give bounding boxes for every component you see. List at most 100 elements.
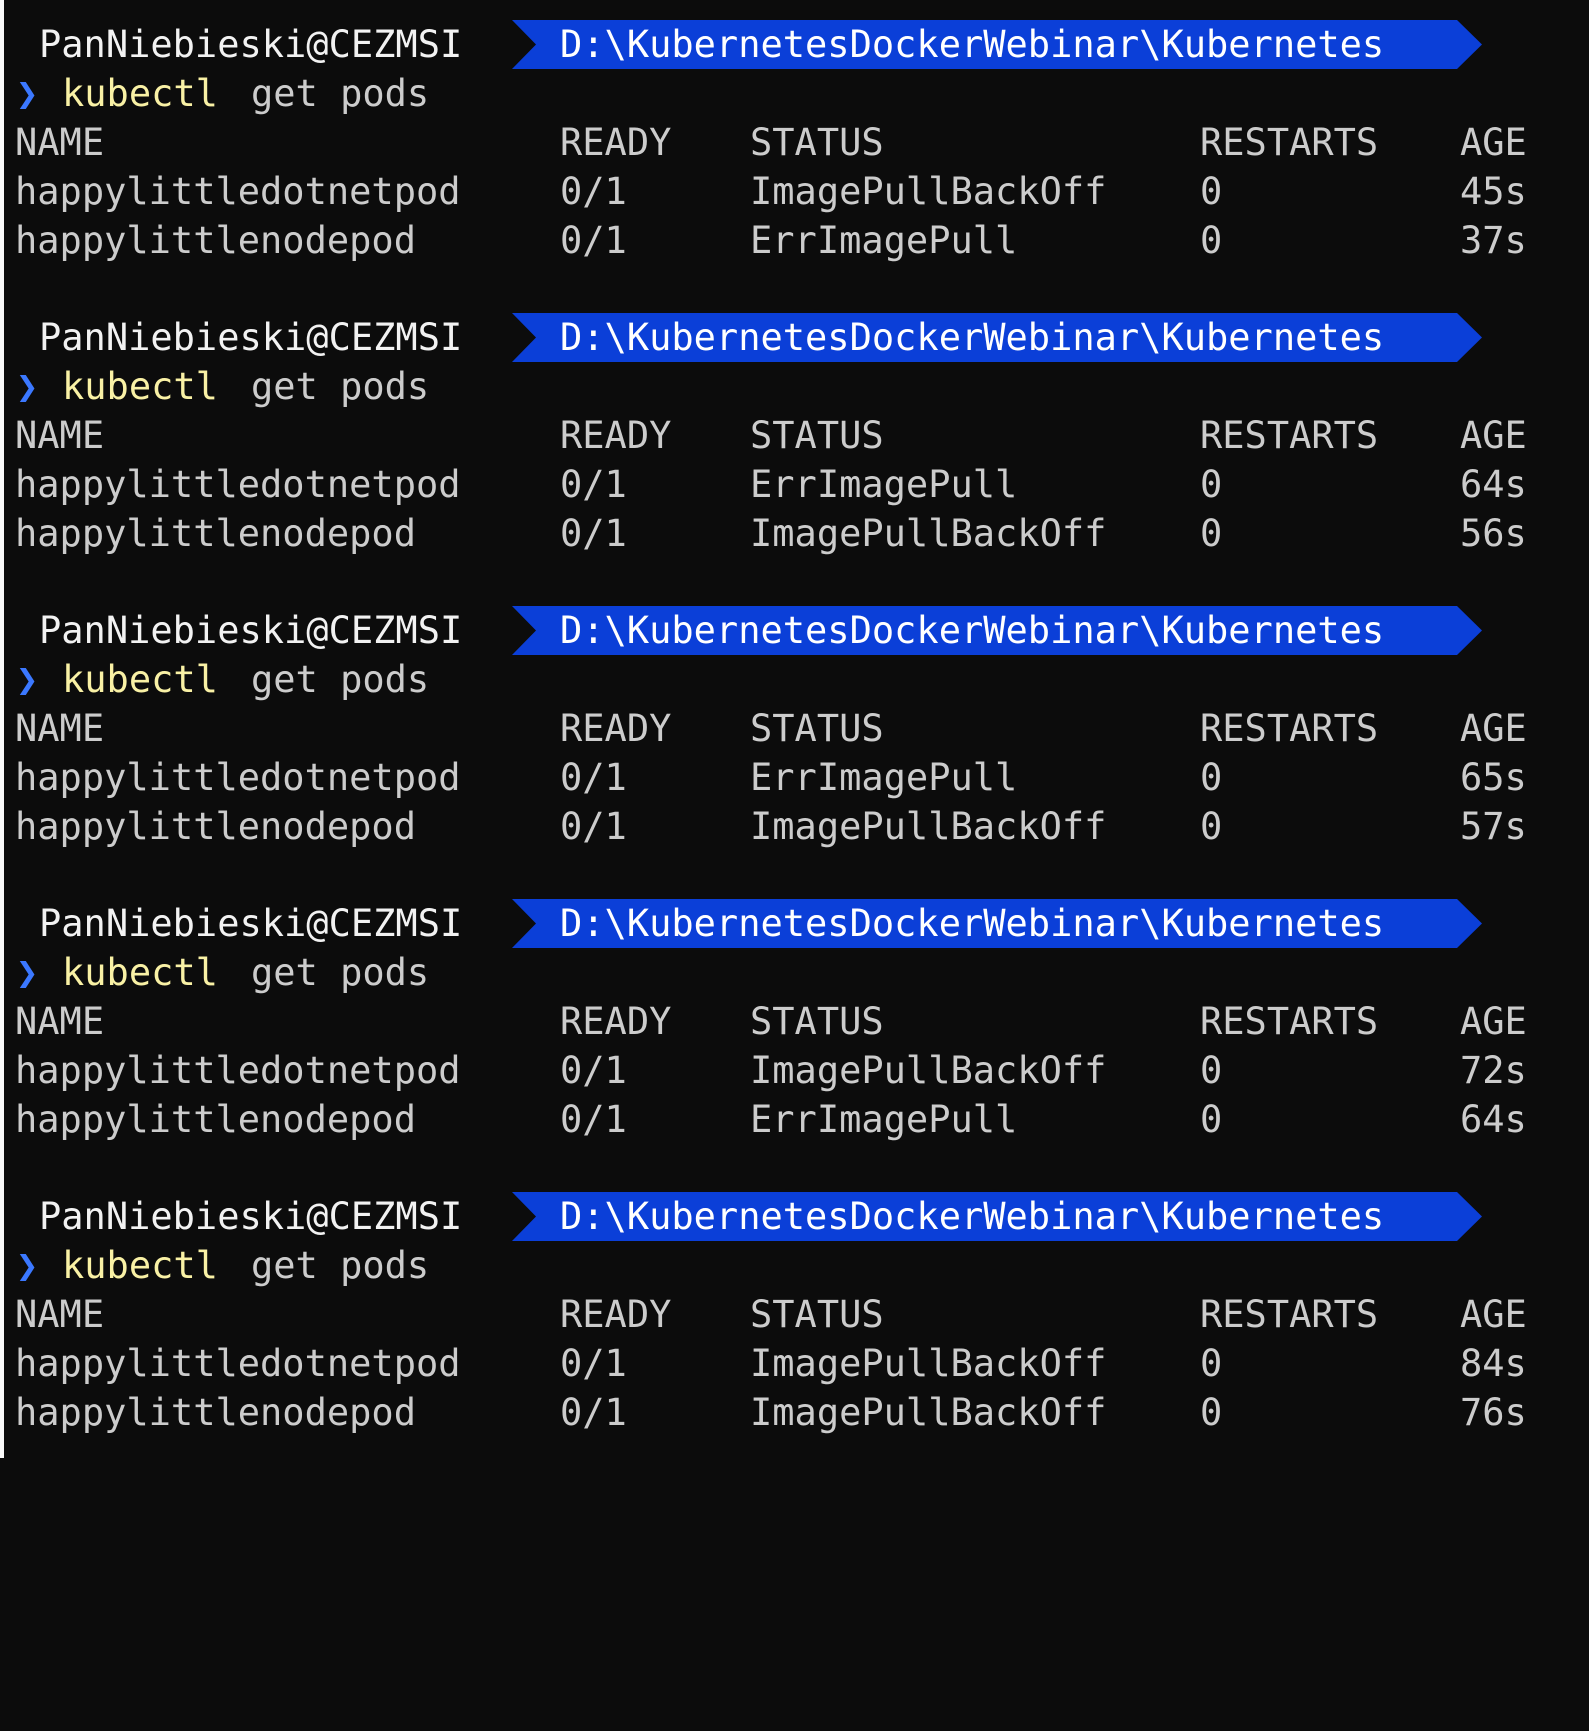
table-row: happylittlenodepod 0/1 ErrImagePull 0 37… (0, 216, 1589, 265)
cell-age: 64s (1460, 463, 1527, 506)
header-restarts: RESTARTS (1200, 1000, 1379, 1043)
prompt-user-host: PanNiebieski@CEZMSI (39, 1195, 463, 1238)
prompt-path: D:\KubernetesDockerWebinar\Kubernetes (560, 23, 1385, 66)
table-header: NAME READY STATUS RESTARTS AGE (0, 118, 1589, 167)
header-status: STATUS (750, 707, 884, 750)
prompt-user-host: PanNiebieski@CEZMSI (39, 316, 463, 359)
cell-restarts: 0 (1200, 463, 1223, 506)
header-name: NAME (15, 1293, 105, 1336)
table-row: happylittlenodepod 0/1 ErrImagePull 0 64… (0, 1095, 1589, 1144)
cell-ready: 0/1 (560, 756, 627, 799)
cell-name: happylittledotnetpod (15, 1342, 461, 1385)
command-name: kubectl (62, 658, 218, 701)
cell-ready: 0/1 (560, 1391, 627, 1434)
cell-ready: 0/1 (560, 219, 627, 262)
chevron-right-icon: ❯ (16, 1244, 39, 1287)
header-age: AGE (1460, 121, 1527, 164)
header-restarts: RESTARTS (1200, 707, 1379, 750)
cell-ready: 0/1 (560, 805, 627, 848)
cell-age: 84s (1460, 1342, 1527, 1385)
header-ready: READY (560, 707, 672, 750)
header-ready: READY (560, 414, 672, 457)
table-row: happylittledotnetpod 0/1 ErrImagePull 0 … (0, 460, 1589, 509)
cell-ready: 0/1 (560, 170, 627, 213)
cell-age: 65s (1460, 756, 1527, 799)
command-args: get pods (251, 365, 430, 408)
prompt-line: PanNiebieski@CEZMSI D:\KubernetesDockerW… (0, 899, 1589, 948)
cell-age: 72s (1460, 1049, 1527, 1092)
command-args: get pods (251, 1244, 430, 1287)
terminal-output[interactable]: PanNiebieski@CEZMSI D:\KubernetesDockerW… (0, 0, 1589, 1458)
table-row: happylittlenodepod 0/1 ImagePullBackOff … (0, 802, 1589, 851)
cell-ready: 0/1 (560, 1342, 627, 1385)
chevron-right-icon: ❯ (16, 951, 39, 994)
command-name: kubectl (62, 365, 218, 408)
cell-name: happylittledotnetpod (15, 756, 461, 799)
cell-age: 56s (1460, 512, 1527, 555)
header-status: STATUS (750, 1293, 884, 1336)
header-name: NAME (15, 707, 105, 750)
cell-restarts: 0 (1200, 1098, 1223, 1141)
cell-age: 45s (1460, 170, 1527, 213)
cell-ready: 0/1 (560, 1098, 627, 1141)
table-row: happylittledotnetpod 0/1 ImagePullBackOf… (0, 167, 1589, 216)
header-age: AGE (1460, 1000, 1527, 1043)
header-ready: READY (560, 1293, 672, 1336)
header-ready: READY (560, 1000, 672, 1043)
cell-restarts: 0 (1200, 1391, 1223, 1434)
cell-name: happylittlenodepod (15, 805, 416, 848)
header-ready: READY (560, 121, 672, 164)
prompt-line: PanNiebieski@CEZMSI D:\KubernetesDockerW… (0, 606, 1589, 655)
cell-restarts: 0 (1200, 1342, 1223, 1385)
command-args: get pods (251, 72, 430, 115)
cell-status: ErrImagePull (750, 463, 1018, 506)
prompt-path: D:\KubernetesDockerWebinar\Kubernetes (560, 316, 1385, 359)
prompt-path: D:\KubernetesDockerWebinar\Kubernetes (560, 609, 1385, 652)
cell-status: ErrImagePull (750, 756, 1018, 799)
cell-restarts: 0 (1200, 170, 1223, 213)
cell-name: happylittlenodepod (15, 512, 416, 555)
prompt-path: D:\KubernetesDockerWebinar\Kubernetes (560, 1195, 1385, 1238)
table-header: NAME READY STATUS RESTARTS AGE (0, 704, 1589, 753)
command-args: get pods (251, 951, 430, 994)
cell-status: ImagePullBackOff (750, 1049, 1107, 1092)
header-name: NAME (15, 121, 105, 164)
header-age: AGE (1460, 414, 1527, 457)
cell-age: 57s (1460, 805, 1527, 848)
cell-status: ImagePullBackOff (750, 512, 1107, 555)
prompt-line: PanNiebieski@CEZMSI D:\KubernetesDockerW… (0, 313, 1589, 362)
chevron-right-icon: ❯ (16, 365, 39, 408)
table-header: NAME READY STATUS RESTARTS AGE (0, 411, 1589, 460)
prompt-user-host: PanNiebieski@CEZMSI (39, 23, 463, 66)
cell-restarts: 0 (1200, 1049, 1223, 1092)
chevron-right-icon: ❯ (16, 658, 39, 701)
command-line: ❯ kubectl get pods (0, 69, 1589, 118)
command-block: PanNiebieski@CEZMSI D:\KubernetesDockerW… (0, 879, 1589, 1173)
command-line: ❯ kubectl get pods (0, 362, 1589, 411)
header-restarts: RESTARTS (1200, 1293, 1379, 1336)
command-block: PanNiebieski@CEZMSI D:\KubernetesDockerW… (0, 1172, 1589, 1466)
cell-name: happylittlenodepod (15, 1098, 416, 1141)
table-header: NAME READY STATUS RESTARTS AGE (0, 1290, 1589, 1339)
prompt-line: PanNiebieski@CEZMSI D:\KubernetesDockerW… (0, 20, 1589, 69)
cell-restarts: 0 (1200, 219, 1223, 262)
command-name: kubectl (62, 951, 218, 994)
prompt-path: D:\KubernetesDockerWebinar\Kubernetes (560, 902, 1385, 945)
command-name: kubectl (62, 72, 218, 115)
prompt-line: PanNiebieski@CEZMSI D:\KubernetesDockerW… (0, 1192, 1589, 1241)
cell-ready: 0/1 (560, 512, 627, 555)
command-block: PanNiebieski@CEZMSI D:\KubernetesDockerW… (0, 0, 1589, 294)
command-block: PanNiebieski@CEZMSI D:\KubernetesDockerW… (0, 586, 1589, 880)
command-block: PanNiebieski@CEZMSI D:\KubernetesDockerW… (0, 293, 1589, 587)
table-row: happylittlenodepod 0/1 ImagePullBackOff … (0, 1388, 1589, 1437)
header-age: AGE (1460, 707, 1527, 750)
cell-name: happylittledotnetpod (15, 1049, 461, 1092)
cell-ready: 0/1 (560, 463, 627, 506)
header-restarts: RESTARTS (1200, 121, 1379, 164)
header-age: AGE (1460, 1293, 1527, 1336)
table-row: happylittledotnetpod 0/1 ImagePullBackOf… (0, 1339, 1589, 1388)
cell-restarts: 0 (1200, 756, 1223, 799)
cell-status: ImagePullBackOff (750, 805, 1107, 848)
cell-status: ImagePullBackOff (750, 1391, 1107, 1434)
cell-name: happylittledotnetpod (15, 463, 461, 506)
